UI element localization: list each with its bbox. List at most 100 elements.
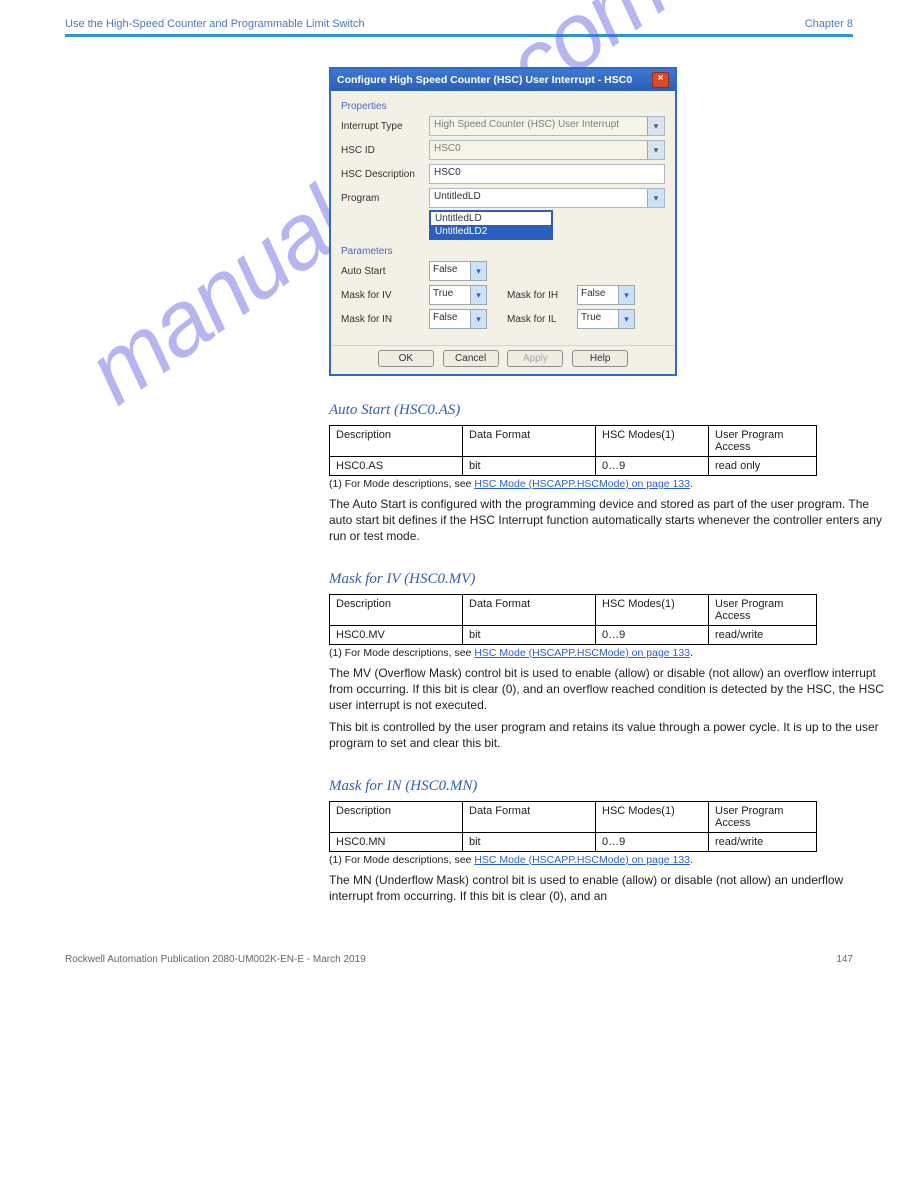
cell: Description xyxy=(330,801,463,832)
footnote-as: (1) For Mode descriptions, see HSC Mode … xyxy=(329,478,885,490)
chevron-down-icon: ▾ xyxy=(647,117,664,135)
hsc-desc-label: HSC Description xyxy=(341,169,429,180)
cell: Description xyxy=(330,426,463,457)
chevron-down-icon: ▾ xyxy=(618,286,634,304)
table-row: HSC0.AS bit 0…9 read only xyxy=(330,457,817,476)
program-label: Program xyxy=(341,193,429,204)
mask-il-value: True xyxy=(581,312,601,323)
footnote-link[interactable]: HSC Mode (HSCAPP.HSCMode) on page 133 xyxy=(474,647,690,659)
table-row: Description Data Format HSC Modes(1) Use… xyxy=(330,801,817,832)
apply-button[interactable]: Apply xyxy=(507,350,563,367)
footnote-text: (1) For Mode descriptions, see xyxy=(329,647,474,659)
footnote-tail: . xyxy=(690,854,693,866)
cell: bit xyxy=(463,625,596,644)
cell: HSC0.AS xyxy=(330,457,463,476)
ok-button[interactable]: OK xyxy=(378,350,434,367)
mask-il-label: Mask for IL xyxy=(507,314,577,325)
auto-start-select[interactable]: False ▾ xyxy=(429,261,487,281)
mask-ih-value: False xyxy=(581,288,605,299)
help-button[interactable]: Help xyxy=(572,350,628,367)
cell: 0…9 xyxy=(596,625,709,644)
parameters-legend: Parameters xyxy=(341,246,665,257)
program-option-2[interactable]: UntitledLD2 xyxy=(431,225,551,238)
chevron-down-icon: ▾ xyxy=(647,141,664,159)
page-header: Use the High-Speed Counter and Programma… xyxy=(65,18,853,30)
cell: Data Format xyxy=(463,426,596,457)
footnote-text: (1) For Mode descriptions, see xyxy=(329,854,474,866)
cell: HSC Modes(1) xyxy=(596,801,709,832)
cell: bit xyxy=(463,832,596,851)
table-row: HSC0.MV bit 0…9 read/write xyxy=(330,625,817,644)
cell: Data Format xyxy=(463,801,596,832)
cell: HSC Modes(1) xyxy=(596,426,709,457)
cell: User Program Access xyxy=(709,426,817,457)
footnote-mv: (1) For Mode descriptions, see HSC Mode … xyxy=(329,647,885,659)
program-select[interactable]: UntitledLD ▾ xyxy=(429,188,665,208)
mask-il-select[interactable]: True▾ xyxy=(577,309,635,329)
footnote-link[interactable]: HSC Mode (HSCAPP.HSCMode) on page 133 xyxy=(474,478,690,490)
table-row: Description Data Format HSC Modes(1) Use… xyxy=(330,426,817,457)
properties-legend: Properties xyxy=(341,101,665,112)
mask-ih-select[interactable]: False ▾ xyxy=(577,285,635,305)
cell: 0…9 xyxy=(596,457,709,476)
hsc-desc-input[interactable]: HSC0 xyxy=(429,164,665,184)
footnote-mn: (1) For Mode descriptions, see HSC Mode … xyxy=(329,854,885,866)
mask-iv-label: Mask for IV xyxy=(341,290,429,301)
cell: read/write xyxy=(709,625,817,644)
cell: Description xyxy=(330,594,463,625)
interrupt-type-value: High Speed Counter (HSC) User Interrupt xyxy=(434,119,619,130)
table-as: Description Data Format HSC Modes(1) Use… xyxy=(329,425,817,476)
footnote-text: (1) For Mode descriptions, see xyxy=(329,478,474,490)
chevron-down-icon: ▾ xyxy=(470,310,486,328)
table-row: HSC0.MN bit 0…9 read/write xyxy=(330,832,817,851)
footnote-tail: . xyxy=(690,647,693,659)
mask-iv-select[interactable]: True ▾ xyxy=(429,285,487,305)
hsc-id-label: HSC ID xyxy=(341,145,429,156)
header-right: Chapter 8 xyxy=(805,18,853,30)
paragraph: This bit is controlled by the user progr… xyxy=(329,719,885,751)
chevron-down-icon: ▾ xyxy=(470,286,486,304)
interrupt-type-select[interactable]: High Speed Counter (HSC) User Interrupt ▾ xyxy=(429,116,665,136)
interrupt-type-label: Interrupt Type xyxy=(341,121,429,132)
paragraph: The MV (Overflow Mask) control bit is us… xyxy=(329,665,885,714)
hsc-id-value: HSC0 xyxy=(434,143,461,154)
cell: read/write xyxy=(709,832,817,851)
cell: read only xyxy=(709,457,817,476)
chevron-down-icon: ▾ xyxy=(470,262,486,280)
hsc-desc-value: HSC0 xyxy=(434,167,461,178)
table-mn: Description Data Format HSC Modes(1) Use… xyxy=(329,801,817,852)
dialog-titlebar: Configure High Speed Counter (HSC) User … xyxy=(331,69,675,91)
mask-in-value: False xyxy=(433,312,457,323)
dialog-title: Configure High Speed Counter (HSC) User … xyxy=(337,74,632,86)
cell: User Program Access xyxy=(709,594,817,625)
header-left: Use the High-Speed Counter and Programma… xyxy=(65,18,365,30)
close-icon[interactable]: × xyxy=(652,72,669,88)
header-rule xyxy=(65,34,853,37)
mask-iv-value: True xyxy=(433,288,453,299)
cell: Data Format xyxy=(463,594,596,625)
mask-in-label: Mask for IN xyxy=(341,314,429,325)
cell: bit xyxy=(463,457,596,476)
table-row: Description Data Format HSC Modes(1) Use… xyxy=(330,594,817,625)
page-footer: Rockwell Automation Publication 2080-UM0… xyxy=(65,954,853,965)
program-value: UntitledLD xyxy=(434,191,481,202)
dialog-window: Configure High Speed Counter (HSC) User … xyxy=(329,67,677,376)
footer-right: 147 xyxy=(836,954,853,965)
paragraph: The Auto Start is configured with the pr… xyxy=(329,496,885,545)
cell: HSC0.MN xyxy=(330,832,463,851)
cell: 0…9 xyxy=(596,832,709,851)
auto-start-value: False xyxy=(433,264,457,275)
hsc-id-select[interactable]: HSC0 ▾ xyxy=(429,140,665,160)
footer-left: Rockwell Automation Publication 2080-UM0… xyxy=(65,954,366,965)
section-title-mv: Mask for IV (HSC0.MV) xyxy=(329,571,885,588)
program-option-1[interactable]: UntitledLD xyxy=(431,212,551,225)
chevron-down-icon: ▾ xyxy=(647,189,664,207)
program-dropdown-list[interactable]: UntitledLD UntitledLD2 xyxy=(429,210,553,240)
cell: HSC0.MV xyxy=(330,625,463,644)
table-mv: Description Data Format HSC Modes(1) Use… xyxy=(329,594,817,645)
cancel-button[interactable]: Cancel xyxy=(443,350,499,367)
cell: HSC Modes(1) xyxy=(596,594,709,625)
mask-in-select[interactable]: False ▾ xyxy=(429,309,487,329)
cell: User Program Access xyxy=(709,801,817,832)
footnote-link[interactable]: HSC Mode (HSCAPP.HSCMode) on page 133 xyxy=(474,854,690,866)
